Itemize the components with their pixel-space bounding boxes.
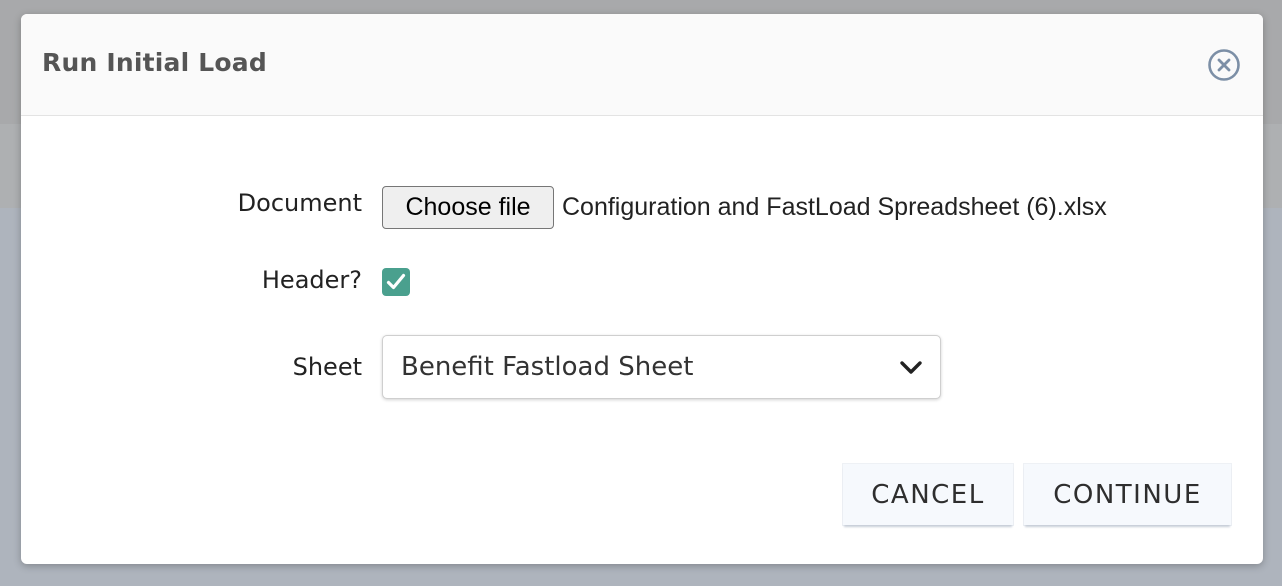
chevron-down-icon (900, 361, 922, 374)
header-label: Header? (261, 266, 362, 294)
selected-file-name: Configuration and FastLoad Spreadsheet (… (562, 193, 1107, 221)
choose-file-button[interactable]: Choose file (382, 186, 554, 229)
sheet-select[interactable]: Benefit Fastload Sheet (382, 335, 941, 399)
document-label: Document (237, 189, 362, 217)
sheet-label: Sheet (292, 353, 362, 381)
dialog-header: Run Initial Load (21, 14, 1263, 116)
continue-button[interactable]: CONTINUE (1024, 464, 1231, 525)
cancel-button[interactable]: CANCEL (843, 464, 1013, 525)
dialog-title: Run Initial Load (42, 48, 267, 77)
close-button[interactable] (1207, 48, 1241, 82)
run-initial-load-dialog: Run Initial Load Document Choose file Co… (21, 14, 1263, 564)
close-circle-icon (1208, 49, 1240, 81)
sheet-selected-value: Benefit Fastload Sheet (401, 352, 694, 382)
header-checkbox[interactable] (382, 268, 410, 296)
checkmark-icon (386, 273, 406, 290)
